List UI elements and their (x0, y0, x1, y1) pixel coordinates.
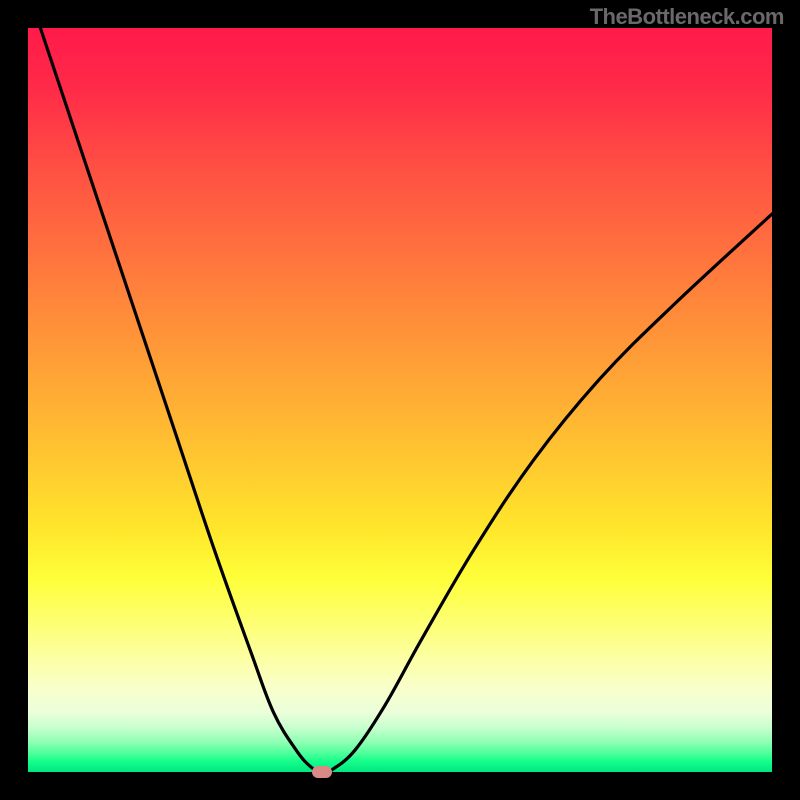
chart-container: TheBottleneck.com (0, 0, 800, 800)
watermark-label: TheBottleneck.com (590, 4, 784, 30)
bottleneck-curve (28, 28, 772, 772)
optimal-point-marker (312, 766, 332, 778)
plot-area (28, 28, 772, 772)
